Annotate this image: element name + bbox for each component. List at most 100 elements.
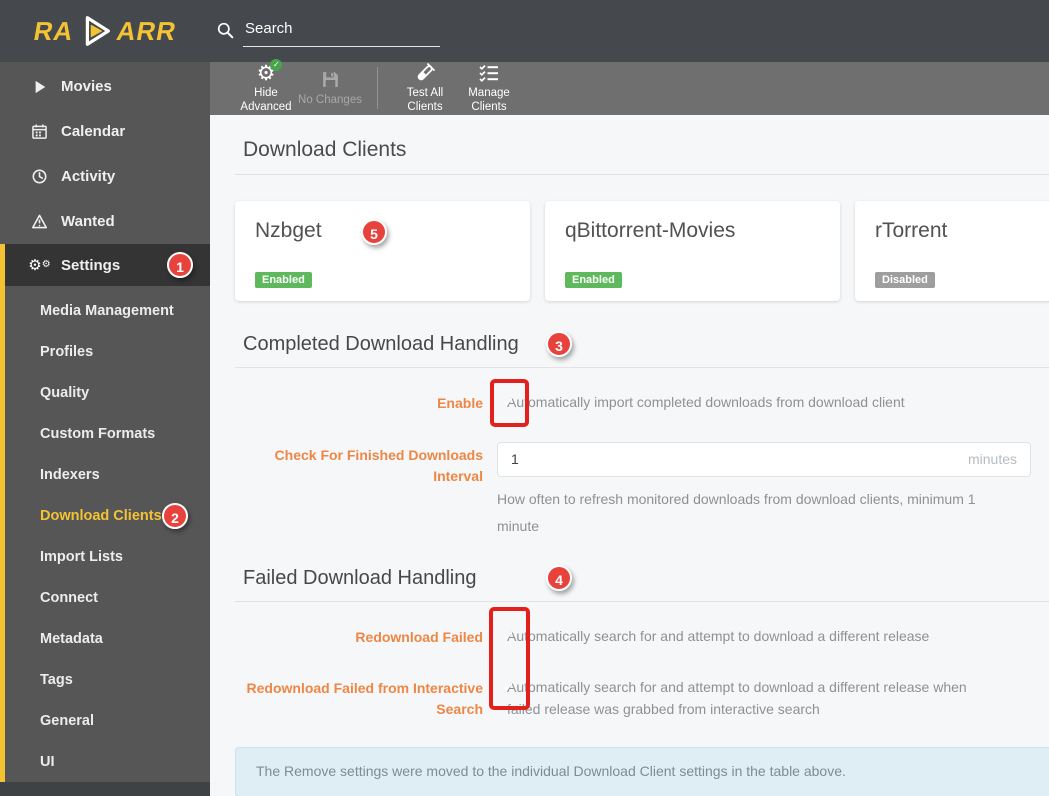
redownload-interactive-label: Redownload Failed from Interactive Searc… [246, 679, 484, 717]
interval-row: Check For Finished Downloads Interval 1 … [235, 441, 1049, 540]
status-badge: Disabled [875, 271, 935, 288]
submenu-item-media-management[interactable]: Media Management [5, 290, 210, 331]
client-card-rtorrent[interactable]: rTorrent Disabled [855, 200, 1049, 301]
toolbar-button-label: Hide Advanced [240, 87, 292, 113]
download-clients-list: Nzbget Enabled 5 qBittorrent-Movies Enab… [235, 200, 1049, 301]
save-icon [321, 69, 340, 91]
play-icon [31, 78, 48, 95]
submenu-item-connect[interactable]: Connect [5, 577, 210, 618]
submenu-item-download-clients[interactable]: Download Clients 2 [5, 495, 210, 536]
sidebar-item-label: Calendar [61, 123, 126, 140]
manage-clients-button[interactable]: Manage Clients [457, 62, 521, 115]
interval-unit: minutes [967, 451, 1017, 468]
client-name: qBittorrent-Movies [565, 218, 736, 242]
annotation-circle-2: 2 [162, 502, 188, 529]
interval-value: 1 [511, 451, 519, 468]
submenu-item-ui[interactable]: UI [5, 741, 210, 782]
submenu-label: Import Lists [40, 548, 123, 565]
sidebar-footer [0, 782, 210, 796]
enable-label: Enable [437, 394, 483, 411]
play-logo-icon [85, 16, 111, 46]
client-card-qbittorrent-movies[interactable]: qBittorrent-Movies Enabled [545, 200, 840, 301]
failed-download-handling-heading: Failed Download Handling 4 [243, 565, 1049, 592]
submenu-item-general[interactable]: General [5, 700, 210, 741]
submenu-label: Indexers [40, 466, 100, 483]
status-badge: Enabled [565, 271, 622, 288]
sidebar-item-calendar[interactable]: Calendar [0, 109, 210, 154]
submenu-label: UI [40, 753, 55, 770]
page-toolbar: ⚙ ✓ Hide Advanced No Changes Test All Cl… [210, 59, 1049, 115]
sidebar-item-label: Settings [61, 256, 121, 274]
interval-help-text: How often to refresh monitored downloads… [497, 490, 976, 534]
enable-row: Enable Automatically import completed do… [235, 378, 1049, 427]
sidebar-item-movies[interactable]: Movies [0, 64, 210, 109]
submenu-label: Tags [40, 671, 73, 688]
submenu-label: Metadata [40, 630, 103, 647]
failed-download-form: Redownload Failed Automatically search f… [235, 606, 1049, 720]
client-card-nzbget[interactable]: Nzbget Enabled 5 [235, 200, 530, 301]
no-changes-button[interactable]: No Changes [298, 69, 362, 108]
annotation-circle-1: 1 [167, 252, 193, 278]
toolbar-button-label: Test All Clients [406, 87, 444, 113]
settings-submenu: Media Management Profiles Quality Custom… [0, 286, 210, 782]
sidebar-nav: Movies Calendar Activity Wanted ⚙ ⚙ Sett… [0, 62, 210, 796]
submenu-item-import-lists[interactable]: Import Lists [5, 536, 210, 577]
divider [235, 366, 1049, 368]
client-name: rTorrent [875, 218, 948, 242]
submenu-label: Connect [40, 589, 98, 606]
submenu-label: General [40, 712, 94, 729]
gears-icon: ⚙ ⚙ [28, 255, 51, 274]
toolbar-separator [377, 67, 378, 110]
info-banner-text: The Remove settings were moved to the in… [256, 762, 846, 779]
completed-download-handling-heading: Completed Download Handling 3 [243, 331, 1049, 358]
radarr-logo[interactable]: RA ARR [0, 12, 210, 50]
sidebar-item-label: Wanted [61, 213, 115, 230]
submenu-item-custom-formats[interactable]: Custom Formats [5, 413, 210, 454]
info-banner: The Remove settings were moved to the in… [235, 746, 1049, 796]
submenu-label: Profiles [40, 343, 94, 360]
sidebar-item-label: Movies [61, 78, 112, 95]
sidebar-item-wanted[interactable]: Wanted [0, 199, 210, 244]
settings-content: Download Clients Nzbget Enabled 5 qBitto… [210, 114, 1049, 796]
submenu-item-profiles[interactable]: Profiles [5, 331, 210, 372]
submenu-item-quality[interactable]: Quality [5, 372, 210, 413]
interval-label: Check For Finished Downloads Interval [274, 446, 483, 484]
check-badge-icon: ✓ [270, 59, 283, 71]
annotation-circle-3: 3 [546, 331, 572, 358]
divider [235, 600, 1049, 602]
toolbar-button-label: Manage Clients [468, 87, 510, 113]
interval-input[interactable]: 1 minutes [497, 441, 1031, 477]
advanced-settings-icon: ⚙ ✓ [257, 59, 283, 84]
test-tube-icon [415, 62, 435, 84]
logo-text-right: ARR [114, 15, 180, 46]
redownload-failed-help-text: Automatically search for and attempt to … [507, 627, 930, 644]
section-title-text: Failed Download Handling [243, 566, 477, 589]
search-bar [210, 15, 440, 47]
clock-icon [31, 168, 48, 185]
logo-text-left: RA [30, 15, 76, 46]
submenu-item-indexers[interactable]: Indexers [5, 454, 210, 495]
redownload-failed-label: Redownload Failed [355, 628, 483, 645]
search-input[interactable] [243, 15, 440, 47]
sidebar-item-label: Activity [61, 168, 116, 185]
submenu-label: Custom Formats [40, 425, 156, 442]
checklist-icon [479, 62, 499, 84]
warning-icon [31, 213, 48, 230]
calendar-icon [31, 123, 48, 140]
submenu-label: Quality [40, 384, 90, 401]
enable-help-text: Automatically import completed downloads… [507, 393, 905, 410]
submenu-item-metadata[interactable]: Metadata [5, 618, 210, 659]
hide-advanced-button[interactable]: ⚙ ✓ Hide Advanced [234, 59, 298, 115]
completed-download-form: Enable Automatically import completed do… [235, 378, 1049, 540]
redownload-interactive-row: Redownload Failed from Interactive Searc… [235, 675, 1049, 720]
submenu-label: Media Management [40, 302, 174, 319]
test-all-clients-button[interactable]: Test All Clients [393, 62, 457, 115]
divider [235, 173, 1049, 175]
page-title: Download Clients [243, 137, 407, 161]
client-name: Nzbget [255, 218, 322, 242]
app-header: RA ARR [0, 0, 1049, 62]
sidebar-item-activity[interactable]: Activity [0, 154, 210, 199]
sidebar-item-settings[interactable]: ⚙ ⚙ Settings 1 [0, 244, 210, 286]
submenu-item-tags[interactable]: Tags [5, 659, 210, 700]
search-icon [217, 22, 234, 38]
